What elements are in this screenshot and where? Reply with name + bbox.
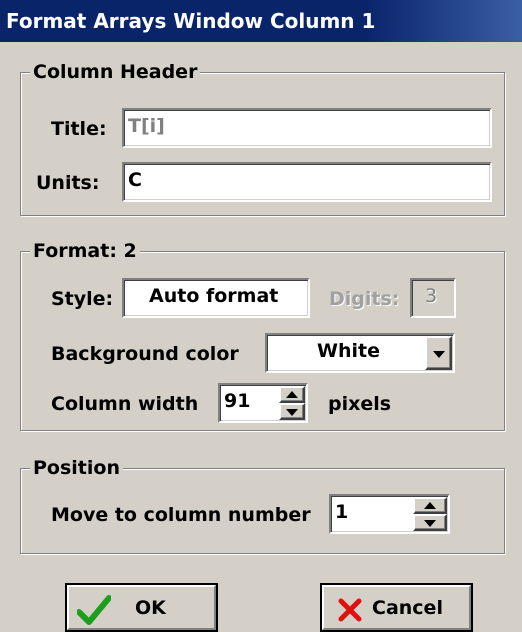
column-width-unit: pixels: [328, 393, 392, 415]
digits-input: 3: [410, 278, 456, 318]
style-label: Style:: [51, 288, 114, 310]
cancel-button-face: Cancel: [322, 585, 471, 630]
move-to-column-up-button[interactable]: [413, 497, 447, 514]
units-label: Units:: [36, 172, 100, 194]
move-to-column-spinner[interactable]: 1: [329, 494, 450, 534]
arrow-down-icon: [424, 520, 436, 527]
units-input[interactable]: C: [122, 162, 492, 202]
column-width-value: 91: [224, 390, 251, 412]
background-color-dropdown-button[interactable]: [425, 336, 452, 370]
arrow-up-icon: [286, 391, 298, 398]
style-value: Auto format: [149, 285, 279, 307]
style-field[interactable]: Auto format: [122, 278, 310, 318]
x-icon: [338, 598, 362, 622]
arrow-up-icon: [424, 502, 436, 509]
ok-button-face: OK: [67, 585, 216, 630]
window-titlebar[interactable]: Format Arrays Window Column 1: [0, 0, 522, 42]
chevron-down-icon: [433, 351, 445, 358]
ok-button-label: OK: [135, 597, 166, 619]
title-input-value: T[i]: [128, 115, 165, 137]
title-label: Title:: [51, 118, 107, 140]
column-width-down-button[interactable]: [279, 403, 305, 420]
units-input-value: C: [128, 169, 142, 191]
column-header-legend: Column Header: [30, 61, 201, 83]
column-width-spinner[interactable]: 91: [218, 383, 308, 423]
ok-button[interactable]: OK: [65, 583, 218, 632]
move-to-column-value: 1: [335, 501, 349, 523]
cancel-button-label: Cancel: [372, 597, 443, 619]
position-legend: Position: [30, 457, 123, 479]
arrow-down-icon: [286, 409, 298, 416]
move-to-column-down-button[interactable]: [413, 514, 447, 531]
checkmark-icon: [77, 595, 111, 625]
cancel-button[interactable]: Cancel: [320, 583, 473, 632]
move-to-column-label: Move to column number: [51, 504, 311, 526]
column-width-label: Column width: [51, 393, 199, 415]
background-color-value: White: [317, 340, 380, 362]
digits-label: Digits:: [329, 288, 400, 310]
background-color-label: Background color: [51, 343, 239, 365]
window-title: Format Arrays Window Column 1: [6, 9, 376, 33]
digits-value: 3: [425, 285, 438, 307]
format-legend: Format: 2: [30, 240, 140, 262]
title-input[interactable]: T[i]: [122, 108, 492, 148]
background-color-select[interactable]: White: [265, 333, 455, 373]
column-width-up-button[interactable]: [279, 386, 305, 403]
